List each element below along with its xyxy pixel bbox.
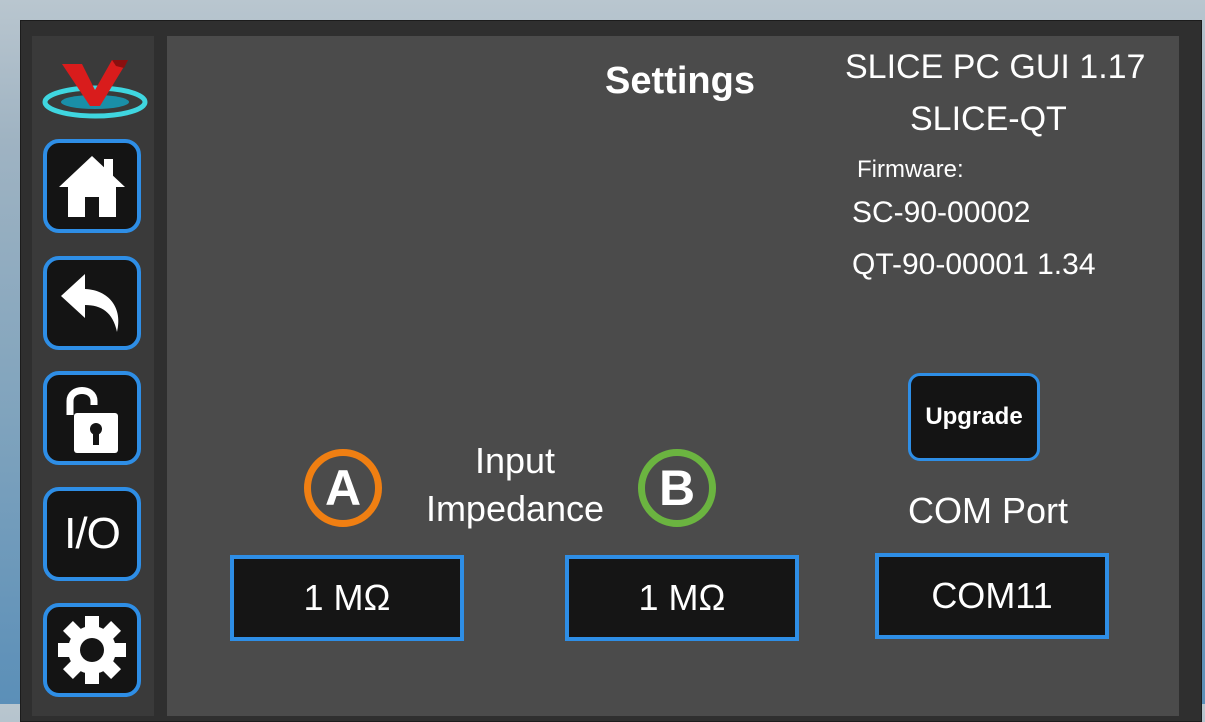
gear-icon [58,616,126,684]
channel-a-badge: A [304,449,382,527]
channel-b-impedance-select[interactable]: 1 MΩ [565,555,799,641]
unlock-button[interactable] [43,371,141,465]
page-title: Settings [605,60,755,102]
firmware-label: Firmware: [857,156,964,183]
home-icon [59,156,125,217]
firmware-version-1: SC-90-00002 [852,196,1031,229]
input-impedance-label-line2: Impedance [425,488,605,529]
device-name: SLICE-QT [910,100,1067,138]
firmware-version-2: QT-90-00001 1.34 [852,248,1096,281]
brand-logo [40,54,150,124]
channel-a-impedance-select[interactable]: 1 MΩ [230,555,464,641]
input-impedance-label-line1: Input [474,440,556,481]
home-button[interactable] [43,139,141,233]
io-label: I/O [64,509,121,558]
gui-version: SLICE PC GUI 1.17 [845,48,1146,86]
back-icon [61,274,119,332]
settings-button[interactable] [43,603,141,697]
channel-b-badge: B [638,449,716,527]
upgrade-button[interactable]: Upgrade [908,373,1040,461]
com-port-select[interactable]: COM11 [875,553,1109,639]
unlock-icon [66,387,118,453]
back-button[interactable] [43,256,141,350]
io-button[interactable]: I/O [43,487,141,581]
com-port-label: COM Port [907,490,1068,531]
